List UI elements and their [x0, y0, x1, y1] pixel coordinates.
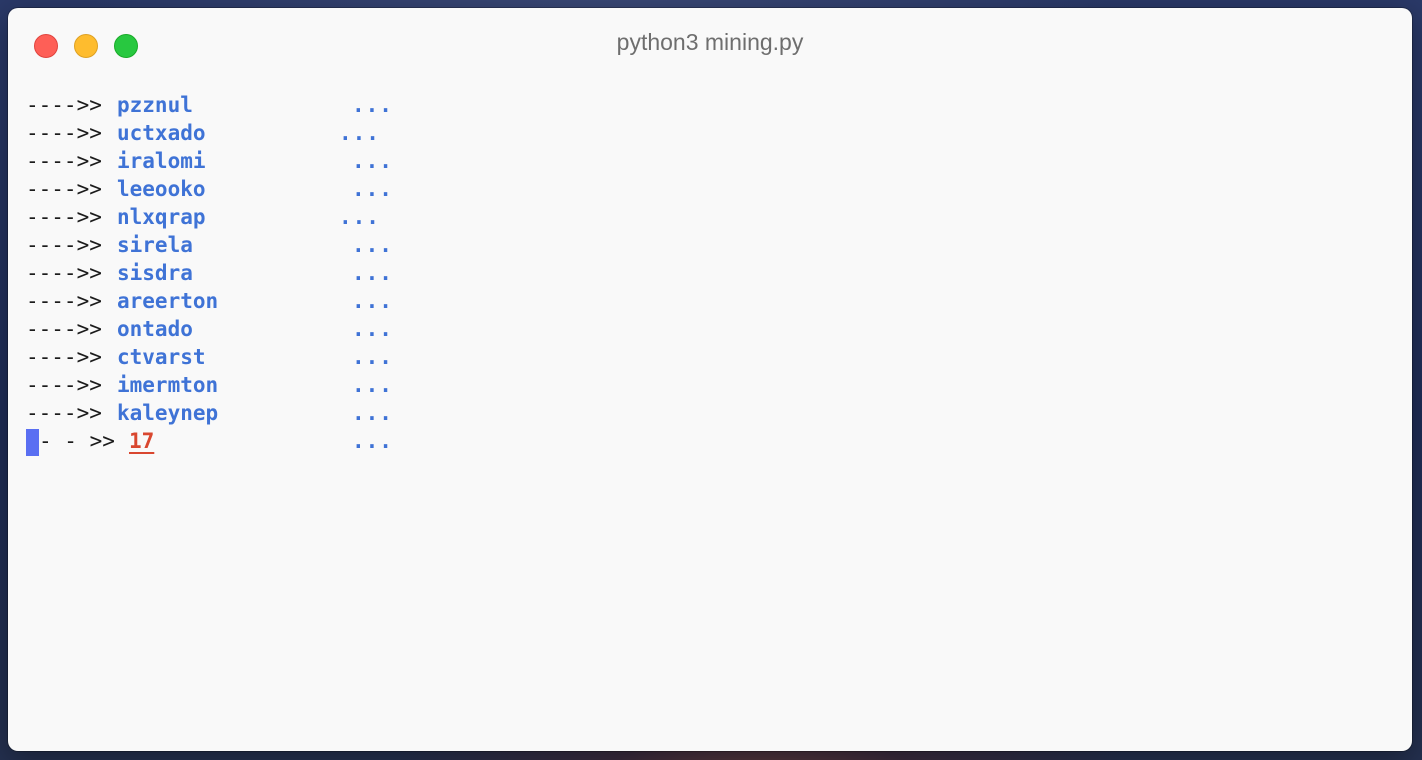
progress-dots: ...: [352, 345, 393, 369]
current-input-line[interactable]: - - >> 17 ...: [26, 427, 1394, 456]
progress-dots: ...: [352, 317, 393, 341]
line-prompt: ---->>: [26, 373, 102, 397]
progress-dots: ...: [339, 205, 380, 229]
line-prompt: ---->>: [26, 261, 102, 285]
mined-word: sirela: [117, 233, 193, 257]
line-prompt: ---->>: [26, 345, 102, 369]
mined-word: areerton: [117, 289, 219, 313]
progress-dots: ...: [352, 93, 393, 117]
mined-word: uctxado: [117, 121, 206, 145]
progress-dots: ...: [352, 149, 393, 173]
output-line: ---->> kaleynep ...: [26, 399, 1394, 427]
output-line: ---->> nlxqrap ...: [26, 203, 1394, 231]
progress-dots: ...: [352, 401, 393, 425]
mined-word: ontado: [117, 317, 193, 341]
progress-dots: ...: [352, 429, 393, 453]
output-line: ---->> sisdra ...: [26, 259, 1394, 287]
mined-word: imermton: [117, 373, 219, 397]
line-prompt: ---->>: [26, 177, 102, 201]
typed-input[interactable]: 17: [129, 427, 154, 455]
output-line: ---->> sirela ...: [26, 231, 1394, 259]
progress-dots: ...: [352, 261, 393, 285]
line-prompt: ---->>: [26, 149, 102, 173]
line-prompt: ---->>: [26, 233, 102, 257]
progress-dots: ...: [352, 177, 393, 201]
terminal-window: python3 mining.py ---->> pzznul ... ----…: [8, 8, 1412, 751]
terminal-output[interactable]: ---->> pzznul ... ---->> uctxado ... ---…: [26, 91, 1394, 741]
line-prompt: ---->>: [26, 205, 102, 229]
progress-dots: ...: [339, 121, 380, 145]
mined-word: nlxqrap: [117, 205, 206, 229]
mined-word: kaleynep: [117, 401, 219, 425]
progress-dots: ...: [352, 289, 393, 313]
mined-word: ctvarst: [117, 345, 206, 369]
output-line: ---->> ctvarst ...: [26, 343, 1394, 371]
line-prompt: ---->>: [26, 401, 102, 425]
output-line: ---->> ontado ...: [26, 315, 1394, 343]
mined-word: leeooko: [117, 177, 206, 201]
line-prompt: ---->>: [26, 121, 102, 145]
line-prompt: ---->>: [26, 93, 102, 117]
mined-word: sisdra: [117, 261, 193, 285]
progress-dots: ...: [352, 233, 393, 257]
line-prompt: ---->>: [26, 289, 102, 313]
mined-word: pzznul: [117, 93, 193, 117]
input-prompt: - - >>: [39, 429, 115, 453]
mined-word: iralomi: [117, 149, 206, 173]
line-prompt: ---->>: [26, 317, 102, 341]
window-title: python3 mining.py: [616, 29, 804, 55]
progress-dots: ...: [352, 373, 393, 397]
output-line: ---->> iralomi ...: [26, 147, 1394, 175]
output-line: ---->> leeooko ...: [26, 175, 1394, 203]
text-cursor: [26, 429, 39, 456]
output-line: ---->> pzznul ...: [26, 91, 1394, 119]
output-line: ---->> imermton ...: [26, 371, 1394, 399]
title-bar: python3 mining.py: [8, 8, 1412, 78]
output-line: ---->> areerton ...: [26, 287, 1394, 315]
output-line: ---->> uctxado ...: [26, 119, 1394, 147]
